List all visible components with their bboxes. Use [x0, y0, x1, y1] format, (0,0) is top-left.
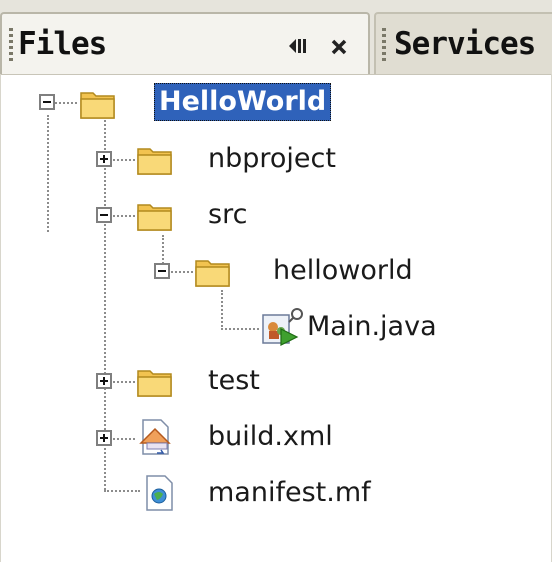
tree-node-main-java[interactable]: Main.java [259, 307, 509, 347]
tree-node-label: nbproject [208, 143, 336, 174]
tree-node-helloworld-package[interactable]: helloworld [193, 251, 453, 291]
files-tree[interactable]: HelloWorld nbproject src helloworld Main… [0, 75, 552, 562]
tree-node-label: HelloWorld [154, 83, 332, 121]
close-icon [331, 39, 347, 55]
project-folder-icon [80, 92, 115, 119]
tree-connector [55, 102, 77, 104]
tree-node-helloworld-project[interactable]: HelloWorld [78, 83, 368, 123]
tree-connector [47, 115, 49, 232]
tab-services-label: Services [394, 26, 536, 62]
collapse-icon[interactable] [154, 263, 170, 279]
manifest-file-icon [146, 475, 173, 511]
tree-connector [221, 290, 223, 330]
tab-services[interactable]: Services [374, 12, 552, 74]
expand-icon[interactable] [96, 151, 112, 167]
tree-node-label: Main.java [307, 311, 437, 342]
tree-node-nbproject[interactable]: nbproject [135, 139, 375, 179]
tree-node-manifest-mf[interactable]: manifest.mf [140, 473, 390, 513]
ant-build-file-icon [139, 419, 171, 455]
tree-connector [113, 159, 135, 161]
tree-node-label: helloworld [273, 255, 413, 286]
tree-node-label: build.xml [208, 421, 333, 452]
tree-connector [104, 490, 140, 492]
collapse-icon[interactable] [96, 207, 112, 223]
tree-node-label: test [208, 365, 260, 396]
folder-icon [137, 204, 172, 231]
minimize-window-icon [289, 39, 306, 53]
close-tab-button[interactable] [326, 32, 352, 60]
tab-strip: Files Services [0, 0, 552, 75]
tree-connector [221, 328, 259, 330]
drag-grip-icon[interactable] [9, 28, 13, 64]
minimize-window-button[interactable] [284, 32, 312, 60]
tree-connector [171, 271, 193, 273]
tree-node-src[interactable]: src [135, 195, 275, 235]
tree-connector [113, 215, 135, 217]
tree-node-label: manifest.mf [208, 477, 371, 508]
collapse-icon[interactable] [39, 94, 55, 110]
folder-icon [137, 148, 172, 175]
java-class-icon [262, 308, 303, 346]
tree-node-test[interactable]: test [135, 361, 275, 401]
tree-node-build-xml[interactable]: build.xml [135, 417, 375, 457]
tree-connector [113, 381, 135, 383]
drag-grip-icon[interactable] [382, 28, 386, 64]
tree-connector [113, 438, 135, 440]
tree-node-label: src [208, 199, 248, 230]
expand-icon[interactable] [96, 430, 112, 446]
tab-files-label: Files [18, 26, 107, 62]
tab-files[interactable]: Files [0, 12, 370, 74]
folder-icon [137, 370, 172, 397]
expand-icon[interactable] [96, 373, 112, 389]
package-folder-icon [195, 260, 230, 287]
